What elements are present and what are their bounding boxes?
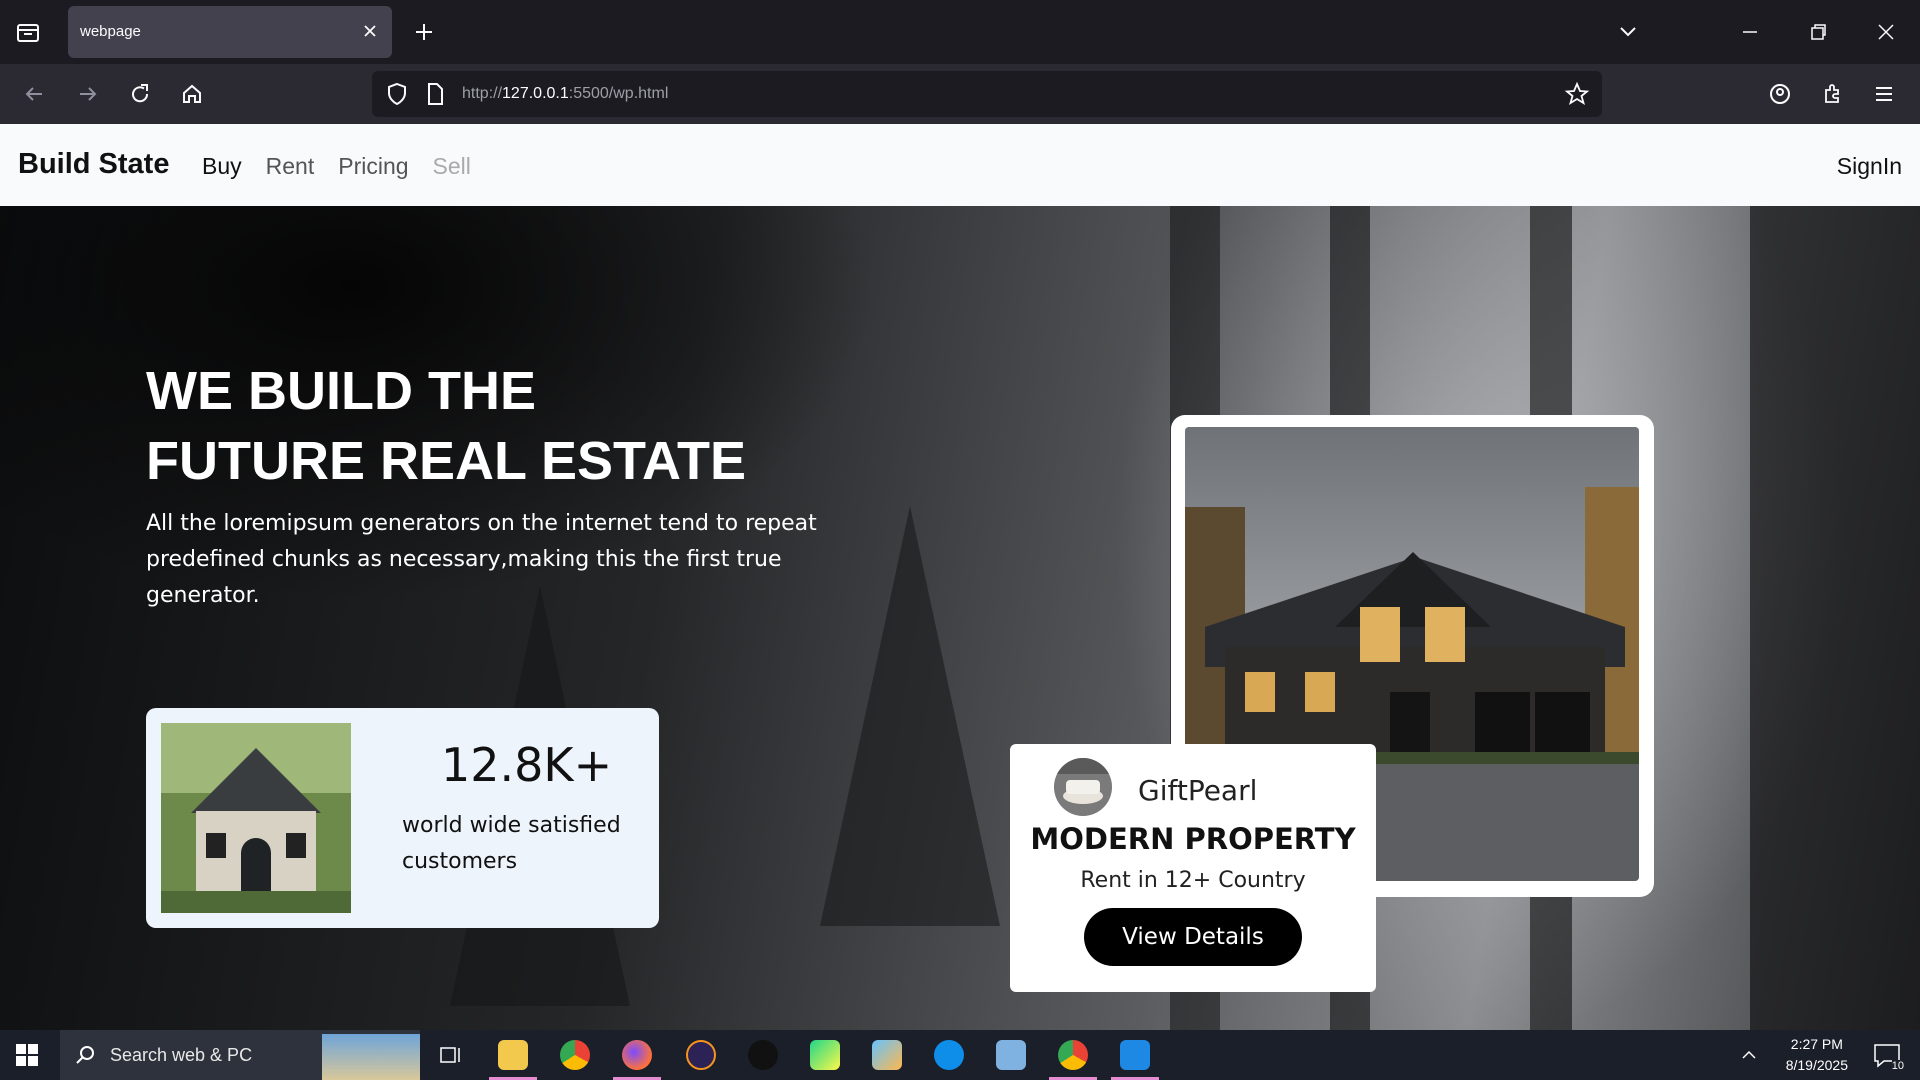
chrome-profile-icon[interactable] <box>1058 1040 1088 1070</box>
view-details-button[interactable]: View Details <box>1084 908 1302 966</box>
eclipse-icon[interactable] <box>686 1040 716 1070</box>
avatar <box>1054 758 1112 816</box>
extensions-icon[interactable] <box>1818 80 1846 108</box>
new-tab-icon[interactable] <box>410 18 438 46</box>
brand-logo[interactable]: Build State <box>18 148 169 181</box>
back-icon[interactable] <box>20 80 48 108</box>
house-thumbnail-image <box>161 723 351 913</box>
stats-card: 12.8K+ world wide satisfied customers <box>146 708 659 928</box>
list-all-tabs-icon[interactable] <box>1614 18 1642 46</box>
rave-icon[interactable] <box>748 1040 778 1070</box>
hero-title-line: FUTURE REAL ESTATE <box>146 431 747 491</box>
site-header: Build State Buy Rent Pricing Sell SignIn <box>0 124 1920 206</box>
windows-start-icon[interactable] <box>16 1044 38 1066</box>
chrome-icon[interactable] <box>560 1040 590 1070</box>
menu-item-pricing[interactable]: Pricing <box>338 153 408 180</box>
search-placeholder: Search web & PC <box>110 1045 253 1065</box>
property-subtitle: Rent in 12+ Country <box>1080 868 1306 893</box>
property-title: MODERN PROPERTY <box>1030 822 1356 856</box>
menu-icon[interactable] <box>1870 80 1898 108</box>
url-bar[interactable]: http://127.0.0.1:5500/wp.html <box>372 71 1602 117</box>
chevron-up-icon[interactable] <box>1734 1040 1764 1070</box>
menu-item-sell[interactable]: Sell <box>433 153 471 180</box>
url-text[interactable]: http://127.0.0.1:5500/wp.html <box>462 85 668 103</box>
property-info-card: GiftPearl MODERN PROPERTY Rent in 12+ Co… <box>1010 744 1376 992</box>
search-highlight-image <box>322 1034 420 1080</box>
close-tab-icon[interactable] <box>360 21 380 41</box>
browser-nav-bar: http://127.0.0.1:5500/wp.html <box>0 64 1920 124</box>
app-cube-icon[interactable] <box>872 1040 902 1070</box>
reload-icon[interactable] <box>126 80 154 108</box>
url-path: :5500/wp.html <box>568 85 669 102</box>
app-character-icon[interactable] <box>996 1040 1026 1070</box>
browser-tab-bar: webpage <box>0 0 1920 64</box>
vscode-icon[interactable] <box>1120 1040 1150 1070</box>
notification-count: 10 <box>1891 1060 1904 1072</box>
home-icon[interactable] <box>178 80 206 108</box>
hero-subtitle: All the loremipsum generators on the int… <box>146 511 817 608</box>
window-frame <box>1750 206 1920 1030</box>
stats-label: world wide satisfied customers <box>402 813 621 874</box>
close-window-icon[interactable] <box>1872 18 1900 46</box>
tab-list-icon[interactable] <box>14 18 42 46</box>
main-menu: Buy Rent Pricing Sell <box>202 153 471 180</box>
page-viewport: Build State Buy Rent Pricing Sell SignIn… <box>0 124 1920 1030</box>
taskbar: Search web & PC 2:27 PM 8/19/2025 10 <box>0 1030 1920 1080</box>
signin-link[interactable]: SignIn <box>1837 153 1902 180</box>
taskbar-search[interactable]: Search web & PC <box>60 1030 420 1080</box>
task-view-icon[interactable] <box>436 1040 466 1070</box>
url-host: 127.0.0.1 <box>502 85 569 102</box>
bookmark-star-icon[interactable] <box>1564 81 1590 107</box>
pycharm-icon[interactable] <box>810 1040 840 1070</box>
page-icon[interactable] <box>422 81 448 107</box>
shield-icon[interactable] <box>384 81 410 107</box>
forward-icon[interactable] <box>74 80 102 108</box>
search-icon <box>76 1046 94 1064</box>
teamviewer-icon[interactable] <box>934 1040 964 1070</box>
browser-tab[interactable]: webpage <box>68 6 392 58</box>
account-icon[interactable] <box>1766 80 1794 108</box>
minimize-icon[interactable] <box>1736 18 1764 46</box>
firefox-icon[interactable] <box>622 1040 652 1070</box>
hero-section: WE BUILD THE FUTURE REAL ESTATE All the … <box>0 206 1920 1030</box>
menu-item-buy[interactable]: Buy <box>202 153 242 180</box>
menu-item-rent[interactable]: Rent <box>266 153 315 180</box>
notification-center-icon[interactable]: 10 <box>1872 1042 1904 1072</box>
clock-time: 2:27 PM <box>1790 1036 1843 1052</box>
clock-date: 8/19/2025 <box>1785 1057 1848 1073</box>
system-clock[interactable]: 2:27 PM 8/19/2025 <box>1786 1034 1848 1076</box>
stats-number: 12.8K+ <box>441 738 613 792</box>
file-explorer-icon[interactable] <box>498 1040 528 1070</box>
hero-title: WE BUILD THE FUTURE REAL ESTATE <box>146 356 746 496</box>
tab-title: webpage <box>80 23 141 40</box>
restore-icon[interactable] <box>1804 18 1832 46</box>
owner-name: GiftPearl <box>1138 774 1258 807</box>
url-prefix: http:// <box>462 85 503 102</box>
hero-title-line: WE BUILD THE <box>146 361 536 421</box>
